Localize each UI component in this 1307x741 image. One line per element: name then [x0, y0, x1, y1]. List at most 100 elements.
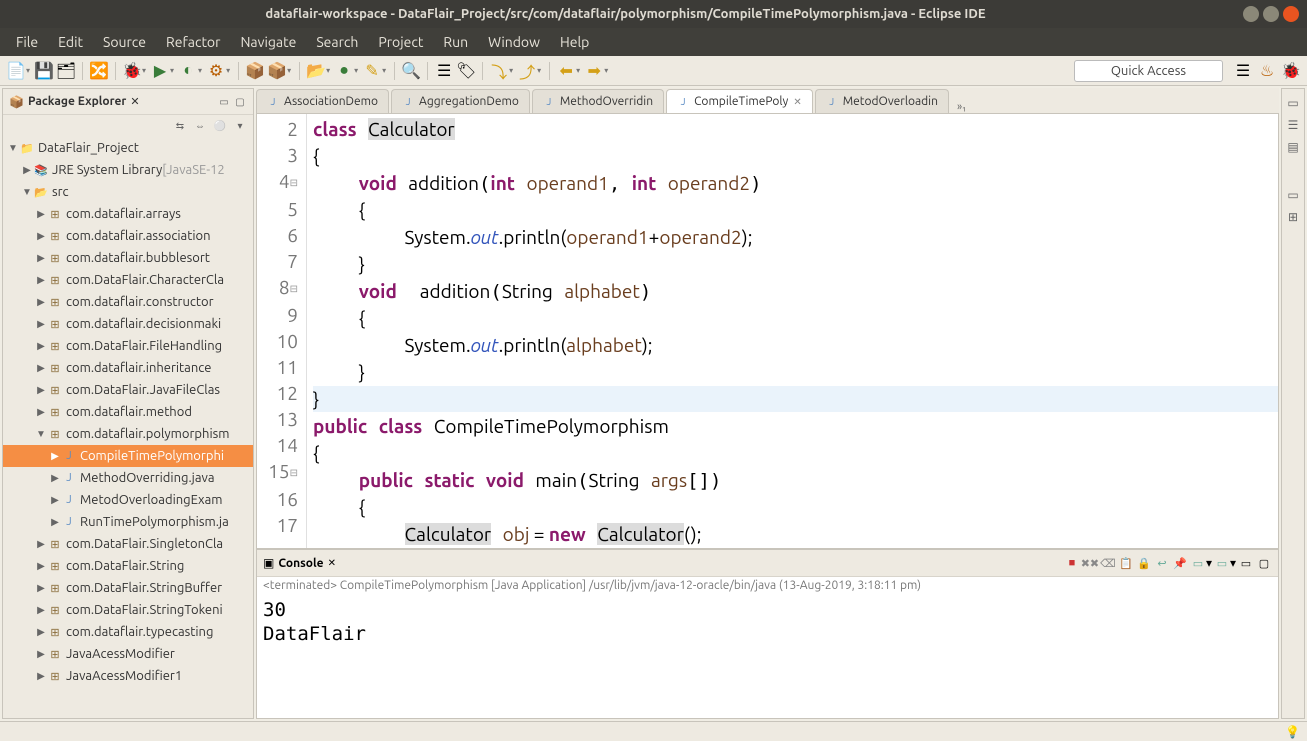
remove-all-button[interactable]: ⌫ [1100, 555, 1116, 571]
quick-access-input[interactable]: Quick Access [1074, 60, 1223, 82]
clear-console-button[interactable]: 📋 [1118, 555, 1134, 571]
new-class-button[interactable]: 📦 [267, 61, 287, 81]
save-button[interactable]: 💾 [34, 61, 54, 81]
jre-node[interactable]: ▶📚JRE System Library [JavaSE-12 [3, 159, 253, 181]
file-compiletimepolymorphism[interactable]: ▶JCompileTimePolymorphi [3, 445, 253, 467]
terminate-button[interactable]: ■ [1064, 555, 1080, 571]
src-node[interactable]: ▼📂src [3, 181, 253, 203]
dropdown-icon[interactable]: ▾ [382, 66, 386, 75]
next-annotation-button[interactable]: ⤵ [489, 61, 509, 81]
remove-launch-button[interactable]: ✖✖ [1082, 555, 1098, 571]
focus-button[interactable]: ⚪ [213, 119, 227, 133]
console-output[interactable]: 30 DataFlair [257, 594, 1278, 718]
menu-help[interactable]: Help [552, 32, 597, 52]
toggle-mark-button[interactable]: 🏷 [456, 61, 476, 81]
maximize-button[interactable] [1263, 6, 1279, 22]
code-content[interactable]: class Calculator { void addition(int ope… [307, 114, 1278, 548]
link-editor-button[interactable]: ⇔ [193, 119, 207, 133]
collapse-all-button[interactable]: ⇆ [173, 119, 187, 133]
dropdown-icon[interactable]: ▾ [326, 66, 330, 75]
back-button[interactable]: ⬅ [556, 61, 576, 81]
menu-window[interactable]: Window [480, 32, 548, 52]
run-button[interactable]: ▶ [150, 61, 170, 81]
tab-associationdemo[interactable]: JAssociationDemo [256, 89, 389, 113]
tab-metodoverloadin[interactable]: JMetodOverloadin [815, 89, 949, 113]
toggle-breadcrumb-button[interactable]: ☰ [434, 61, 454, 81]
package-node[interactable]: ▶⊞com.DataFlair.SingletonCla [3, 533, 253, 555]
package-node[interactable]: ▶⊞com.dataflair.method [3, 401, 253, 423]
forward-button[interactable]: ➡ [584, 61, 604, 81]
maximize-console-button[interactable]: ▢ [1256, 555, 1272, 571]
save-all-button[interactable]: 🗂 [56, 61, 76, 81]
java-perspective-button[interactable]: ♨ [1257, 61, 1277, 81]
package-node[interactable]: ▶⊞com.DataFlair.CharacterCla [3, 269, 253, 291]
package-node[interactable]: ▶⊞com.DataFlair.StringTokeni [3, 599, 253, 621]
package-node[interactable]: ▶⊞com.dataflair.association [3, 225, 253, 247]
tab-compiletimepoly[interactable]: JCompileTimePoly✕ [666, 89, 813, 113]
wand-button[interactable]: ✎ [362, 61, 382, 81]
package-node[interactable]: ▶⊞JavaAcessModifier1 [3, 665, 253, 687]
search-button[interactable]: 🔍 [401, 61, 421, 81]
menu-project[interactable]: Project [370, 32, 431, 52]
minimize-panel-button[interactable]: ▭ [217, 95, 231, 109]
package-node[interactable]: ▶⊞com.dataflair.typecasting [3, 621, 253, 643]
external-button[interactable]: ⚙ [206, 61, 226, 81]
package-node[interactable]: ▶⊞com.dataflair.constructor [3, 291, 253, 313]
package-node[interactable]: ▶⊞com.dataflair.inheritance [3, 357, 253, 379]
menu-edit[interactable]: Edit [50, 32, 91, 52]
restore-view2-button[interactable]: ▭ [1285, 187, 1301, 203]
project-node[interactable]: ▼📁DataFlair_Project [3, 137, 253, 159]
dropdown-icon[interactable]: ▾ [509, 66, 513, 75]
dropdown-icon[interactable]: ▾ [604, 66, 608, 75]
dropdown-icon[interactable]: ▾ [537, 66, 541, 75]
outline2-icon[interactable]: ⊞ [1285, 209, 1301, 225]
dropdown-icon[interactable]: ▾ [226, 66, 230, 75]
dropdown-icon[interactable]: ▾ [170, 66, 174, 75]
debug-button[interactable]: 🐞 [122, 61, 142, 81]
pin-console-button[interactable]: 📌 [1172, 555, 1188, 571]
new-button[interactable]: 📄 [6, 61, 26, 81]
menu-refactor[interactable]: Refactor [158, 32, 228, 52]
minimize-console-button[interactable]: ▭ [1238, 555, 1254, 571]
package-node[interactable]: ▶⊞com.DataFlair.String [3, 555, 253, 577]
outline-icon[interactable]: ▤ [1285, 139, 1301, 155]
tab-methodoverriding[interactable]: JMethodOverridin [532, 89, 664, 113]
dropdown-icon[interactable]: ▾ [26, 66, 30, 75]
maximize-panel-button[interactable]: ▢ [233, 95, 247, 109]
task-list-icon[interactable]: ☰ [1285, 117, 1301, 133]
dropdown-icon[interactable]: ▾ [287, 66, 291, 75]
package-node[interactable]: ▶⊞com.dataflair.decisionmaki [3, 313, 253, 335]
close-button[interactable] [1283, 6, 1299, 22]
panel-close-icon[interactable]: ✕ [130, 95, 139, 108]
package-polymorphism[interactable]: ▼⊞com.dataflair.polymorphism [3, 423, 253, 445]
package-node[interactable]: ▶⊞com.DataFlair.JavaFileClas [3, 379, 253, 401]
file-methodoverriding[interactable]: ▶JMethodOverriding.java [3, 467, 253, 489]
console-close-icon[interactable]: ✕ [328, 557, 336, 569]
prev-annotation-button[interactable]: ⤴ [517, 61, 537, 81]
coverage-button[interactable]: ◐ [178, 61, 198, 81]
menu-navigate[interactable]: Navigate [232, 32, 304, 52]
scroll-lock-button[interactable]: 🔒 [1136, 555, 1152, 571]
dropdown-icon[interactable]: ▾ [354, 66, 358, 75]
dropdown-icon[interactable]: ▾ [1206, 556, 1212, 570]
package-node[interactable]: ▶⊞JavaAcessModifier [3, 643, 253, 665]
menu-source[interactable]: Source [95, 32, 154, 52]
open-console-button[interactable]: ▭ [1214, 555, 1230, 571]
word-wrap-button[interactable]: ↩ [1154, 555, 1170, 571]
code-editor[interactable]: 234⊟5678⊟9101112131415⊟1617 class Calcul… [256, 114, 1279, 549]
package-node[interactable]: ▶⊞com.dataflair.arrays [3, 203, 253, 225]
package-node[interactable]: ▶⊞com.DataFlair.FileHandling [3, 335, 253, 357]
tab-close-icon[interactable]: ✕ [793, 96, 801, 108]
view-menu-button[interactable]: ▾ [233, 119, 247, 133]
dropdown-icon[interactable]: ▾ [198, 66, 202, 75]
minimize-button[interactable] [1243, 6, 1259, 22]
dropdown-icon[interactable]: ▾ [1230, 556, 1236, 570]
tab-aggregationdemo[interactable]: JAggregationDemo [391, 89, 530, 113]
display-console-button[interactable]: ▭ [1190, 555, 1206, 571]
new-java-button[interactable]: ● [334, 61, 354, 81]
file-metodoverloading[interactable]: ▶JMetodOverloadingExam [3, 489, 253, 511]
tip-bulb-icon[interactable]: 💡 [1285, 725, 1299, 739]
package-node[interactable]: ▶⊞com.dataflair.bubblesort [3, 247, 253, 269]
package-node[interactable]: ▶⊞com.DataFlair.StringBuffer [3, 577, 253, 599]
menu-file[interactable]: File [8, 32, 46, 52]
